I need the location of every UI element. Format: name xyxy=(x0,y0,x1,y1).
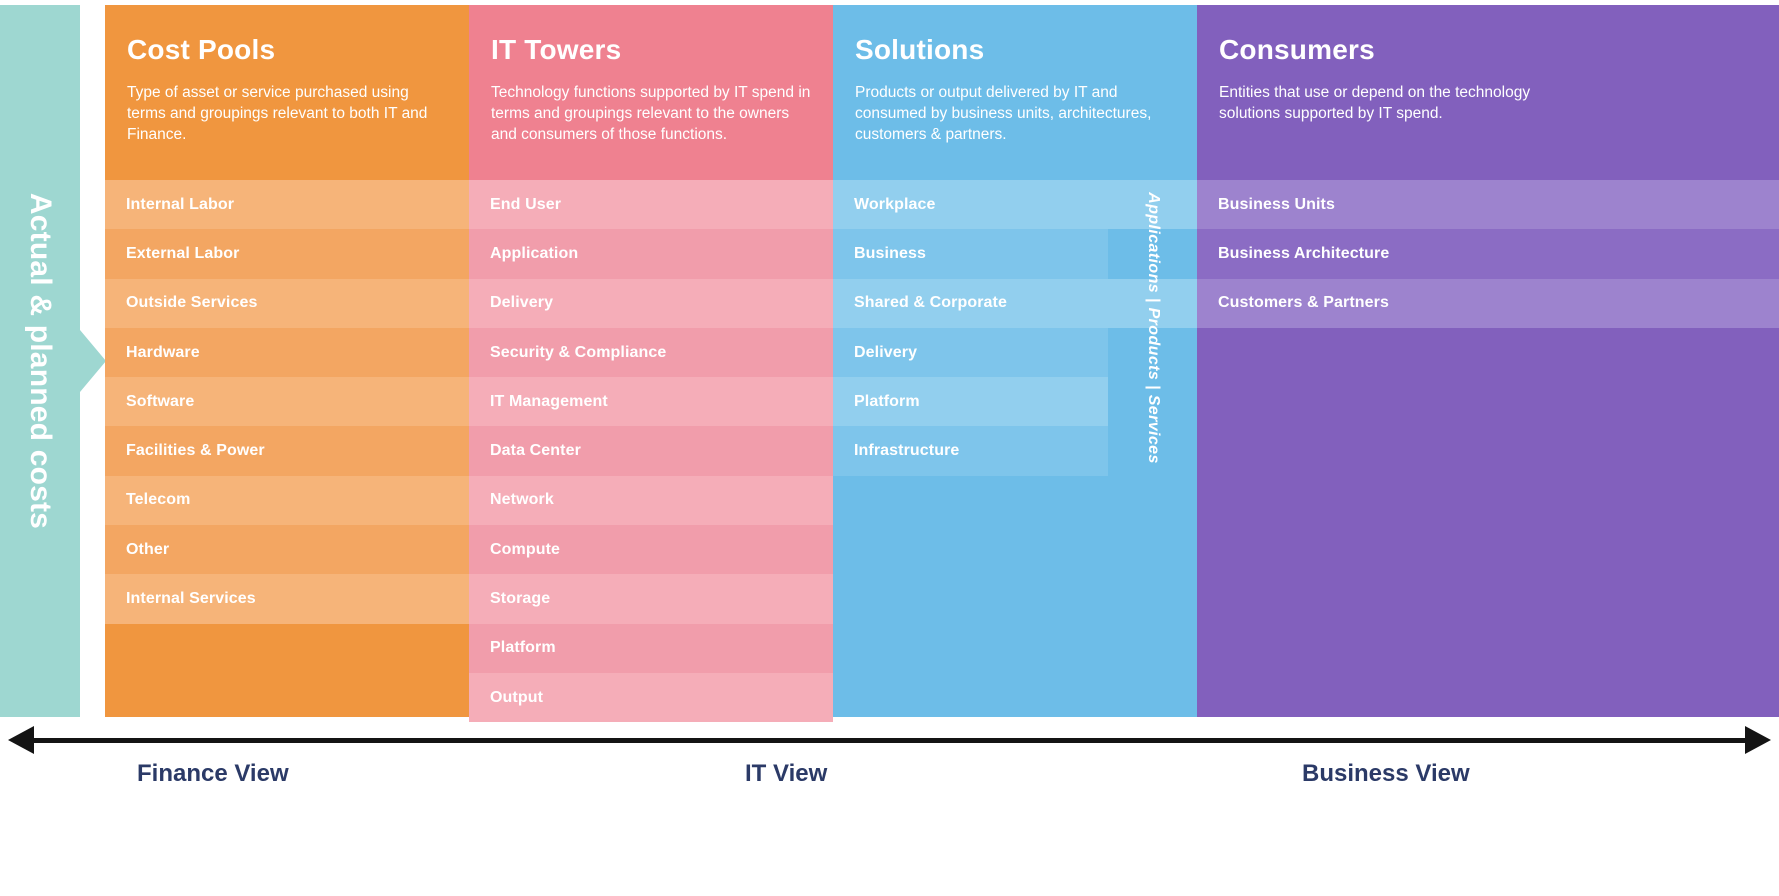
axis-labels: Finance View IT View Business View xyxy=(0,760,1779,800)
list-item-label: Output xyxy=(490,688,544,706)
list-item-label: Compute xyxy=(490,540,561,558)
list-item-label: Application xyxy=(490,244,579,262)
list-item-label: Outside Services xyxy=(126,294,258,312)
list-item[interactable]: Outside Services xyxy=(105,278,469,328)
column-header-consumers: Consumers Entities that use or depend on… xyxy=(1197,5,1779,124)
list-item-label: Telecom xyxy=(126,491,191,509)
list-item-label: Other xyxy=(126,540,170,558)
list-item[interactable]: Platform xyxy=(833,377,1108,427)
taxonomy-diagram: Actual & planned costs Cost Pools Type o… xyxy=(0,0,1779,896)
column-it-towers[interactable]: IT Towers Technology functions supported… xyxy=(469,5,833,723)
list-item-label: Delivery xyxy=(490,294,554,312)
list-item-label: Business xyxy=(854,244,926,262)
cost-pools-list: Internal Labor External Labor Outside Se… xyxy=(105,180,469,624)
list-item-label: Shared & Corporate xyxy=(854,294,1007,312)
list-item-label: Infrastructure xyxy=(854,442,960,460)
list-item[interactable]: Hardware xyxy=(105,327,469,378)
rail-label-wrapper: Actual & planned costs xyxy=(0,5,80,717)
list-item[interactable]: Telecom xyxy=(105,475,469,526)
list-item-label: Customers & Partners xyxy=(1218,294,1389,312)
list-item-label: Security & Compliance xyxy=(490,343,667,361)
list-item-label: Business Architecture xyxy=(1218,244,1390,262)
column-description: Technology functions supported by IT spe… xyxy=(491,83,811,144)
axis-label-business-view: Business View xyxy=(1302,760,1470,787)
column-description: Type of asset or service purchased using… xyxy=(127,83,428,144)
list-item-label: External Labor xyxy=(126,244,240,262)
list-item[interactable]: IT Management xyxy=(469,377,833,427)
axis-label-it-view: IT View xyxy=(745,760,828,787)
list-item[interactable]: Shared & Corporate xyxy=(833,278,1197,328)
column-consumers[interactable]: Consumers Entities that use or depend on… xyxy=(1197,5,1779,717)
list-item[interactable]: Workplace xyxy=(833,180,1197,230)
list-item-label: Internal Services xyxy=(126,590,256,608)
list-item[interactable]: Platform xyxy=(469,623,833,673)
list-item[interactable]: Output xyxy=(469,672,833,723)
list-item-label: Facilities & Power xyxy=(126,442,265,460)
list-item[interactable]: Internal Labor xyxy=(105,180,469,230)
view-spectrum-axis xyxy=(8,726,1771,754)
it-towers-list: End User Application Delivery Security &… xyxy=(469,180,833,723)
list-item[interactable]: Data Center xyxy=(469,426,833,476)
column-description: Products or output delivered by IT and c… xyxy=(855,83,1152,144)
list-item[interactable]: Network xyxy=(469,475,833,526)
actual-planned-costs-rail: Actual & planned costs xyxy=(0,5,80,717)
solutions-list: Workplace Business Shared & Corporate De… xyxy=(833,180,1197,476)
list-item-label: Internal Labor xyxy=(126,195,235,213)
list-item[interactable]: External Labor xyxy=(105,229,469,279)
column-solutions[interactable]: Solutions Products or output delivered b… xyxy=(833,5,1197,717)
column-description: Entities that use or depend on the techn… xyxy=(1219,83,1531,123)
column-title: IT Towers xyxy=(491,34,622,65)
consumers-list: Business Units Business Architecture Cus… xyxy=(1197,180,1779,328)
list-item[interactable]: Facilities & Power xyxy=(105,426,469,476)
list-item[interactable]: Delivery xyxy=(833,327,1108,378)
list-item-label: Storage xyxy=(490,590,551,608)
list-item-label: Platform xyxy=(854,392,920,410)
list-item[interactable]: Business xyxy=(833,229,1108,279)
list-item[interactable]: Compute xyxy=(469,525,833,575)
column-cost-pools[interactable]: Cost Pools Type of asset or service purc… xyxy=(105,5,469,717)
columns-container: Cost Pools Type of asset or service purc… xyxy=(105,5,1779,723)
rail-label: Actual & planned costs xyxy=(24,192,58,530)
list-item-label: Workplace xyxy=(854,195,936,213)
list-item-label: End User xyxy=(490,195,562,213)
list-item[interactable]: Storage xyxy=(469,574,833,624)
column-title: Consumers xyxy=(1219,34,1375,65)
column-title: Cost Pools xyxy=(127,34,276,65)
list-item[interactable]: End User xyxy=(469,180,833,230)
list-item-label: IT Management xyxy=(490,392,608,410)
list-item-label: Network xyxy=(490,491,554,509)
list-item[interactable]: Infrastructure xyxy=(833,426,1108,476)
arrow-right-icon xyxy=(1745,726,1771,754)
list-item[interactable]: Customers & Partners xyxy=(1197,278,1779,328)
list-item[interactable]: Application xyxy=(469,229,833,279)
column-header-solutions: Solutions Products or output delivered b… xyxy=(833,5,1197,146)
list-item[interactable]: Software xyxy=(105,377,469,427)
column-header-it-towers: IT Towers Technology functions supported… xyxy=(469,5,833,146)
rail-arrow-icon xyxy=(80,330,106,392)
list-item[interactable]: Business Architecture xyxy=(1197,229,1779,279)
column-header-cost-pools: Cost Pools Type of asset or service purc… xyxy=(105,5,469,146)
axis-line xyxy=(30,738,1749,743)
list-item[interactable]: Delivery xyxy=(469,278,833,328)
list-item[interactable]: Other xyxy=(105,525,469,575)
list-item-label: Delivery xyxy=(854,343,918,361)
list-item[interactable]: Internal Services xyxy=(105,574,469,624)
list-item-label: Platform xyxy=(490,639,556,657)
list-item-label: Hardware xyxy=(126,343,200,361)
list-item-label: Business Units xyxy=(1218,195,1335,213)
list-item-label: Data Center xyxy=(490,442,581,460)
list-item-label: Software xyxy=(126,392,195,410)
list-item[interactable]: Security & Compliance xyxy=(469,327,833,378)
column-title: Solutions xyxy=(855,34,985,65)
list-item[interactable]: Business Units xyxy=(1197,180,1779,230)
axis-label-finance-view: Finance View xyxy=(137,760,289,787)
